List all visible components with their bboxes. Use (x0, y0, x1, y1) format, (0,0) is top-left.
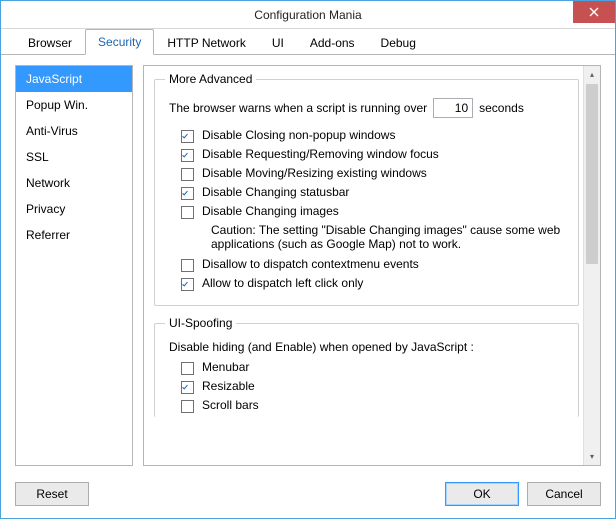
scroll-thumb[interactable] (586, 84, 598, 264)
checkbox[interactable] (181, 381, 194, 394)
checkbox-label: Menubar (202, 360, 249, 374)
checkbox-label: Disallow to dispatch contextmenu events (202, 257, 419, 271)
opt-disable-images: Disable Changing images (181, 204, 568, 219)
checkbox[interactable] (181, 206, 194, 219)
warn-script-row: The browser warns when a script is runni… (169, 98, 568, 118)
checkbox-label: Disable Requesting/Removing window focus (202, 147, 439, 161)
settings-panel: More Advanced The browser warns when a s… (143, 65, 601, 466)
titlebar: Configuration Mania (1, 1, 615, 29)
group-ui-spoofing-legend: UI-Spoofing (165, 316, 236, 330)
sidebar-item-javascript[interactable]: JavaScript (16, 66, 132, 92)
tab-ui[interactable]: UI (259, 30, 297, 55)
warn-script-post: seconds (479, 101, 524, 115)
scroll-up-icon[interactable]: ▴ (584, 66, 600, 83)
ok-button[interactable]: OK (445, 482, 519, 506)
close-button[interactable] (573, 1, 615, 23)
checkbox-label: Scroll bars (202, 398, 259, 412)
content-area: JavaScript Popup Win. Anti-Virus SSL Net… (1, 55, 615, 474)
sidebar-item-anti-virus[interactable]: Anti-Virus (16, 118, 132, 144)
tab-debug[interactable]: Debug (368, 30, 429, 55)
checkbox[interactable] (181, 168, 194, 181)
footer: Reset OK Cancel (1, 474, 615, 518)
opt-scrollbars: Scroll bars (181, 398, 568, 413)
group-more-advanced: More Advanced The browser warns when a s… (154, 72, 579, 306)
window-title: Configuration Mania (254, 8, 361, 22)
checkbox[interactable] (181, 278, 194, 291)
checkbox-label: Resizable (202, 379, 255, 393)
tab-security[interactable]: Security (85, 29, 154, 55)
config-window: Configuration Mania Browser Security HTT… (0, 0, 616, 519)
sidebar-item-ssl[interactable]: SSL (16, 144, 132, 170)
checkbox[interactable] (181, 149, 194, 162)
checkbox[interactable] (181, 187, 194, 200)
opt-resizable: Resizable (181, 379, 568, 394)
ui-spoofing-subtext: Disable hiding (and Enable) when opened … (169, 340, 568, 354)
tab-bar: Browser Security HTTP Network UI Add-ons… (1, 29, 615, 55)
sidebar-item-popup-win[interactable]: Popup Win. (16, 92, 132, 118)
tab-http-network[interactable]: HTTP Network (154, 30, 258, 55)
vertical-scrollbar[interactable]: ▴ ▾ (583, 66, 600, 465)
cancel-button[interactable]: Cancel (527, 482, 601, 506)
checkbox[interactable] (181, 400, 194, 413)
group-more-advanced-legend: More Advanced (165, 72, 256, 86)
opt-disable-moving: Disable Moving/Resizing existing windows (181, 166, 568, 181)
sidebar-item-privacy[interactable]: Privacy (16, 196, 132, 222)
checkbox[interactable] (181, 130, 194, 143)
checkbox-label: Disable Closing non-popup windows (202, 128, 395, 142)
opt-menubar: Menubar (181, 360, 568, 375)
checkbox-label: Disable Moving/Resizing existing windows (202, 166, 427, 180)
opt-disallow-contextmenu: Disallow to dispatch contextmenu events (181, 257, 568, 272)
tab-browser[interactable]: Browser (15, 30, 85, 55)
checkbox[interactable] (181, 259, 194, 272)
sidebar: JavaScript Popup Win. Anti-Virus SSL Net… (15, 65, 133, 466)
opt-allow-left-click: Allow to dispatch left click only (181, 276, 568, 291)
group-ui-spoofing: UI-Spoofing Disable hiding (and Enable) … (154, 316, 579, 417)
opt-disable-focus: Disable Requesting/Removing window focus (181, 147, 568, 162)
sidebar-item-referrer[interactable]: Referrer (16, 222, 132, 248)
tab-addons[interactable]: Add-ons (297, 30, 368, 55)
checkbox-label: Allow to dispatch left click only (202, 276, 363, 290)
caution-text: Caution: The setting "Disable Changing i… (211, 223, 568, 251)
close-icon (589, 7, 599, 17)
settings-scroll-content: More Advanced The browser warns when a s… (144, 66, 583, 465)
checkbox-label: Disable Changing images (202, 204, 339, 218)
checkbox[interactable] (181, 362, 194, 375)
checkbox-label: Disable Changing statusbar (202, 185, 349, 199)
opt-disable-statusbar: Disable Changing statusbar (181, 185, 568, 200)
reset-button[interactable]: Reset (15, 482, 89, 506)
warn-script-pre: The browser warns when a script is runni… (169, 101, 427, 115)
opt-disable-closing: Disable Closing non-popup windows (181, 128, 568, 143)
sidebar-item-network[interactable]: Network (16, 170, 132, 196)
scroll-down-icon[interactable]: ▾ (584, 448, 600, 465)
warn-script-seconds-input[interactable] (433, 98, 473, 118)
